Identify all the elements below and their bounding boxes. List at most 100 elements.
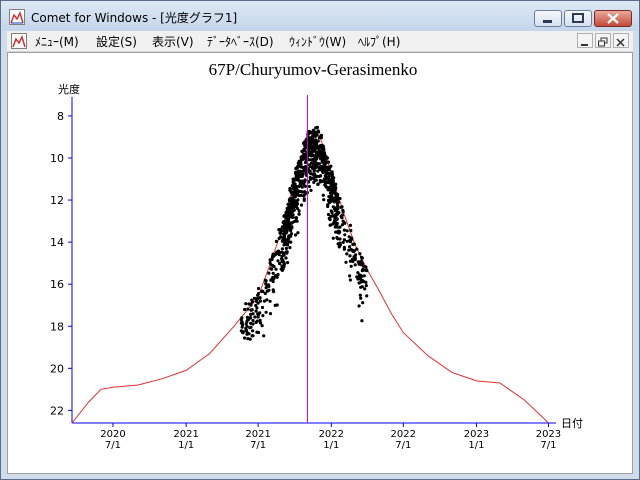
observation-point (364, 265, 368, 269)
observation-point (255, 330, 259, 334)
observation-point (284, 216, 288, 220)
observation-point (250, 298, 254, 302)
observation-point (288, 202, 292, 206)
observation-point (336, 237, 340, 241)
observation-point (285, 238, 289, 242)
maximize-button[interactable] (564, 10, 592, 27)
observation-point (278, 231, 282, 235)
menu-item-database[interactable]: ﾃﾞｰﾀﾍﾞｰｽ(D) (205, 33, 276, 50)
observation-point (293, 182, 297, 186)
observation-point (262, 299, 267, 303)
observation-point (361, 301, 365, 305)
observation-point (313, 130, 317, 134)
x-tick-label-date: 7/1 (395, 440, 411, 451)
observation-point (329, 209, 333, 213)
observation-point (299, 193, 303, 197)
observation-point (293, 233, 298, 237)
observation-point (343, 221, 347, 225)
close-button[interactable] (594, 10, 632, 27)
mdi-minimize-button[interactable] (577, 33, 593, 48)
observation-point (348, 223, 352, 227)
observation-point (326, 160, 331, 164)
observation-point (303, 140, 307, 144)
observation-point (293, 192, 297, 196)
minimize-button[interactable] (534, 10, 562, 27)
observation-point (359, 280, 363, 284)
observation-point (284, 246, 288, 250)
observation-point (359, 274, 363, 278)
observation-point (247, 332, 251, 336)
observation-point (327, 195, 331, 199)
observation-point (356, 277, 360, 281)
menu-item-settings[interactable]: 設定(S) (94, 33, 139, 50)
observation-point (316, 169, 320, 173)
observation-point (287, 215, 291, 219)
observation-point (274, 239, 278, 243)
observation-point (336, 198, 340, 202)
observation-point (313, 138, 317, 142)
graph-icon[interactable] (11, 33, 27, 49)
mdi-restore-button[interactable] (595, 33, 611, 48)
observation-point (243, 336, 247, 340)
observation-point (263, 278, 267, 282)
observation-point (255, 319, 259, 323)
x-tick-label-year: 2021 (173, 429, 198, 440)
observation-point (315, 125, 319, 129)
observation-point (286, 261, 290, 265)
menu-item-menu[interactable]: ﾒﾆｭｰ(M) (33, 33, 81, 50)
observation-point (326, 176, 330, 180)
observation-point (352, 242, 356, 246)
observation-point (321, 150, 325, 155)
observation-point (330, 170, 334, 174)
observation-point (319, 174, 323, 178)
observation-point (243, 307, 247, 312)
observation-point (286, 211, 290, 215)
y-tick-label: 12 (50, 194, 64, 207)
observation-point (312, 177, 316, 181)
minimize-icon (543, 20, 552, 23)
observation-point (296, 190, 300, 194)
observation-point (295, 219, 299, 223)
y-tick-label: 16 (50, 278, 64, 291)
observation-point (288, 246, 292, 250)
observation-point (325, 156, 329, 160)
observation-point (348, 245, 352, 249)
observation-point (344, 260, 348, 264)
observation-point (272, 264, 276, 269)
observation-point (331, 236, 335, 240)
menu-item-view[interactable]: 表示(V) (150, 33, 196, 50)
observation-point (284, 224, 288, 228)
observation-point (322, 198, 326, 202)
y-tick-label: 8 (57, 110, 64, 123)
observation-point (299, 160, 303, 164)
observation-point (295, 200, 299, 204)
observation-point (253, 315, 257, 319)
observation-point (349, 228, 353, 233)
title-bar[interactable]: Comet for Windows - [光度グラフ1] (1, 1, 639, 31)
observation-point (299, 203, 304, 207)
observation-point (245, 319, 249, 323)
observation-point (322, 148, 326, 152)
observation-point (268, 299, 272, 303)
observation-point (321, 193, 325, 197)
observation-point (316, 129, 320, 133)
y-tick-label: 22 (50, 404, 64, 417)
observation-point (270, 257, 274, 262)
observation-point (340, 213, 344, 217)
mdi-close-button[interactable] (613, 33, 629, 48)
observation-point (308, 165, 312, 169)
mdi-restore-icon (598, 37, 608, 47)
observation-point (246, 337, 250, 341)
menu-item-window[interactable]: ｳｨﾝﾄﾞｳ(W) (287, 33, 348, 50)
observation-point (334, 182, 338, 186)
menu-item-help[interactable]: ﾍﾙﾌﾟ(H) (356, 33, 402, 50)
observation-point (287, 234, 291, 238)
observation-point (273, 253, 277, 257)
observation-point (317, 165, 321, 169)
observation-point (260, 289, 264, 294)
observation-point (323, 174, 327, 178)
observation-point (328, 218, 332, 222)
observation-point (347, 235, 351, 239)
chart-title: 67P/Churyumov-Gerasimenko (209, 60, 418, 79)
observation-point (265, 289, 269, 293)
